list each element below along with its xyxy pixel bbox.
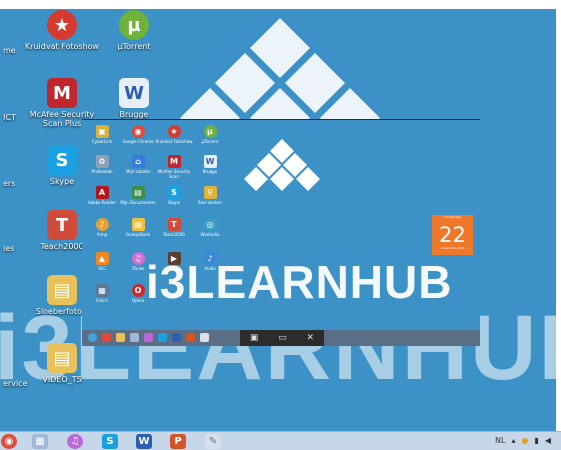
- word-icon[interactable]: W: [136, 434, 152, 449]
- volume-icon[interactable]: ◀: [545, 436, 551, 445]
- adobe-reader-icon: A: [95, 186, 109, 199]
- paint-icon[interactable]: ✎: [205, 434, 221, 449]
- skype-icon[interactable]: S: [102, 434, 118, 449]
- powerpoint-icon[interactable]: P: [170, 434, 186, 449]
- utorrent-icon: µ: [119, 10, 149, 40]
- teach-icon: T: [47, 210, 77, 240]
- itunes-icon[interactable]: [144, 333, 153, 342]
- itunes-icon: ♫: [131, 252, 145, 265]
- mini-icon[interactable]: ♪ Aimp: [82, 218, 122, 237]
- word-doc-icon: W: [203, 155, 217, 168]
- explorer-icon[interactable]: ▦: [32, 434, 48, 449]
- mini-icon[interactable]: A Adobe Reader: [82, 186, 122, 205]
- skype-icon[interactable]: [158, 333, 167, 342]
- mini-icon[interactable]: ◉ Google Chrome: [118, 125, 158, 144]
- chrome-icon[interactable]: [102, 333, 111, 342]
- folder-icon: ▤: [47, 275, 77, 305]
- documents-icon: ▤: [131, 186, 145, 199]
- mini-icon[interactable]: ♻ Prullenbak: [82, 155, 122, 174]
- mini-icon[interactable]: ▤ Mijn Documenten: [118, 186, 158, 205]
- location-icon: ⌂: [131, 155, 145, 168]
- mcafee-icon: M: [167, 155, 181, 168]
- mini-icon[interactable]: ◎ WinAudio: [190, 218, 230, 237]
- mini-icon[interactable]: ▦ Foto's: [82, 284, 122, 303]
- skype-icon: S: [47, 145, 77, 175]
- mcafee-icon: M: [47, 78, 77, 108]
- folder-icon: ▤: [47, 343, 77, 373]
- edge-label: ICT: [3, 113, 16, 122]
- arrow-up-icon[interactable]: ▴: [511, 436, 515, 445]
- edge-label: ervice: [3, 379, 28, 388]
- start-orb-icon[interactable]: [88, 333, 97, 342]
- edge-label: me: [3, 46, 16, 55]
- close-icon[interactable]: ✕: [307, 333, 315, 343]
- mini-icon[interactable]: W Brugge: [190, 155, 230, 174]
- explorer-icon[interactable]: [130, 333, 139, 342]
- word-doc-icon: W: [119, 78, 149, 108]
- system-tray: NL ▴ ● ▮ ◀: [495, 436, 551, 445]
- photos-icon: ▦: [95, 284, 109, 297]
- itunes-icon[interactable]: ♫: [67, 434, 83, 449]
- chrome-icon: ◉: [131, 125, 145, 138]
- mini-icon[interactable]: ★ Kruidvat Fotoshow: [154, 125, 194, 144]
- opera-icon: O: [131, 284, 145, 297]
- cyberlink-icon: ▣: [95, 125, 109, 138]
- audio-icon: ◎: [203, 218, 217, 231]
- nested-desktop-window: ▣ CyberLink ◉ Google Chrome ★ Kruidvat Foto…: [82, 119, 480, 346]
- notification-icon[interactable]: ●: [521, 436, 528, 445]
- mini-icon[interactable]: T Teach2000: [154, 218, 194, 237]
- kruidvat-icon: ★: [167, 125, 181, 138]
- search-icon: ⚲: [203, 186, 217, 199]
- taskbar: ◉ ▦ ♫ S W P ✎ NL ▴ ● ▮ ◀: [0, 431, 561, 450]
- mini-icon[interactable]: ▤ GroepsBoek: [118, 218, 158, 237]
- mini-icon[interactable]: S Skype: [154, 186, 194, 205]
- desktop-icon-utorrent[interactable]: µ µTorrent: [94, 10, 174, 51]
- snipping-toolbar: ▣ ▭ ✕: [240, 330, 324, 346]
- kruidvat-icon: ★: [47, 10, 77, 40]
- screen-icon[interactable]: ▭: [278, 333, 287, 343]
- desktop-icon-kruidvat[interactable]: ★ Kruidvat Fotoshow: [22, 10, 102, 51]
- window-icon[interactable]: ▣: [250, 333, 259, 343]
- word-icon[interactable]: [172, 333, 181, 342]
- edge-label: ies: [3, 244, 15, 253]
- aimp-icon: ♪: [95, 218, 109, 231]
- mini-icon[interactable]: µ µTorrent: [190, 125, 230, 144]
- edge-label: ers: [3, 179, 16, 188]
- teach-icon: T: [167, 218, 181, 231]
- folder-icon[interactable]: [116, 333, 125, 342]
- paint-icon[interactable]: [200, 333, 209, 342]
- mini-icon[interactable]: ▣ CyberLink: [82, 125, 122, 144]
- recycle-bin-icon: ♻: [95, 155, 109, 168]
- mini-icon[interactable]: ▲ VLC: [82, 252, 122, 271]
- desktop: i3LEARNHUB ★ Kruidvat Fotoshow µ µTorren…: [0, 0, 561, 450]
- vlc-icon: ▲: [95, 252, 109, 265]
- i3learnhub-logo: [244, 139, 320, 191]
- chrome-icon[interactable]: ◉: [1, 434, 17, 449]
- skype-icon: S: [167, 186, 181, 199]
- mini-icon[interactable]: ⌂ Mijn Lokatie: [118, 155, 158, 174]
- signal-icon[interactable]: ▮: [534, 436, 538, 445]
- folder-icon: ▤: [131, 218, 145, 231]
- language-indicator[interactable]: NL: [495, 436, 505, 445]
- mini-icon[interactable]: ⚲ Snel zoeken: [190, 186, 230, 205]
- mini-icon[interactable]: M McAfee Security Scan: [154, 155, 194, 179]
- powerpoint-icon[interactable]: [186, 333, 195, 342]
- desktop-icon-brugge[interactable]: W Brugge: [94, 78, 174, 119]
- watermark-small: i3LEARNHUB: [146, 256, 453, 308]
- calendar-tile[interactable]: donderdag 22 november 2018: [432, 215, 473, 255]
- utorrent-icon: µ: [203, 125, 217, 138]
- desktop-icon-video-ts[interactable]: ▤ VIDEO_TS: [22, 343, 102, 384]
